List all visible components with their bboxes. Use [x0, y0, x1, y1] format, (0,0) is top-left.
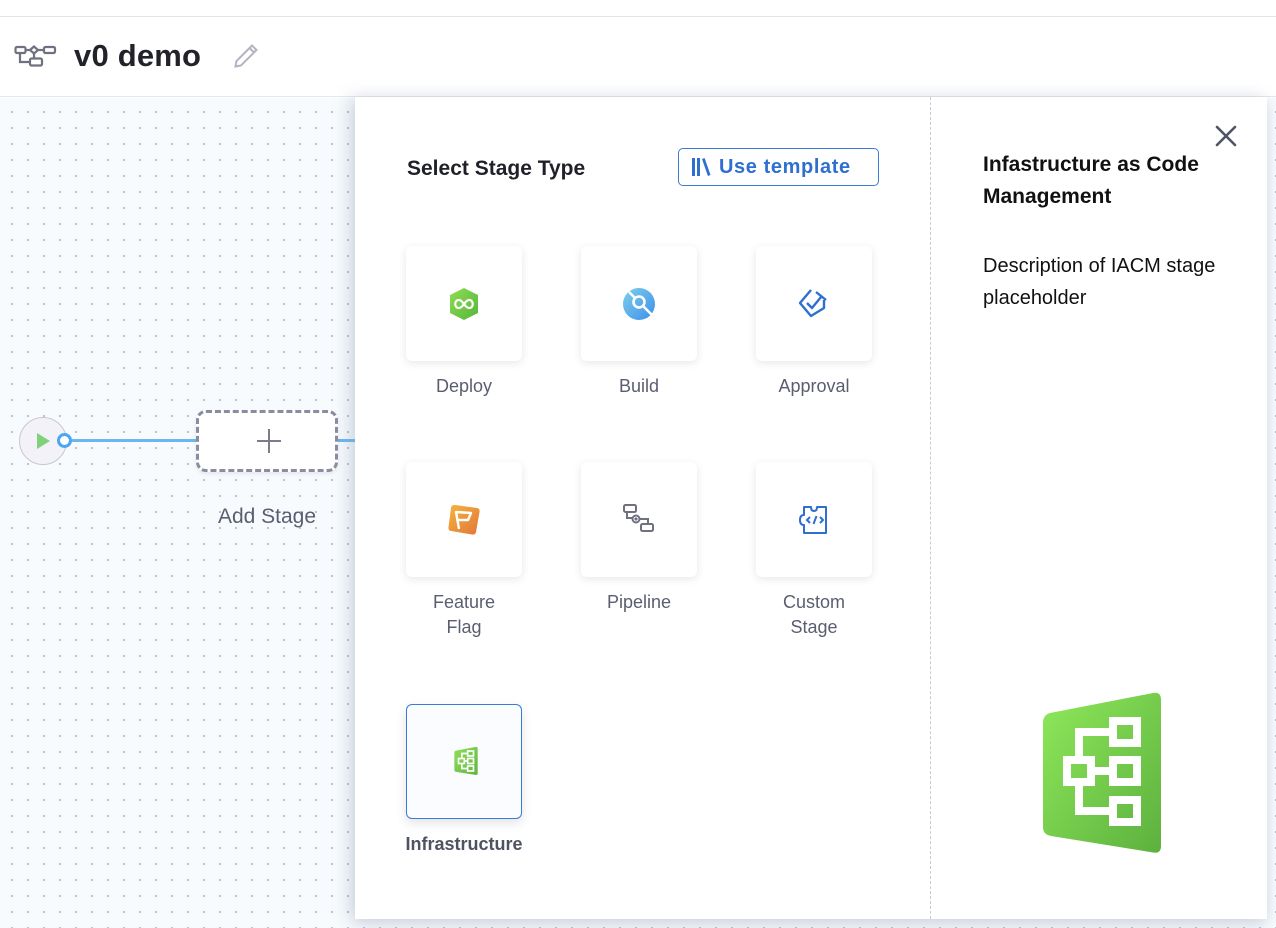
- use-template-label: Use template: [719, 155, 851, 178]
- iacm-icon: [1043, 692, 1161, 853]
- add-stage-button[interactable]: [196, 410, 338, 472]
- stage-type-feature-flag[interactable]: Feature Flag: [406, 462, 522, 640]
- stage-type-pipeline[interactable]: Pipeline: [581, 462, 697, 615]
- stage-type-approval[interactable]: Approval: [756, 246, 872, 399]
- custom-stage-icon: [799, 506, 827, 534]
- pipeline-icon: [623, 504, 654, 532]
- build-icon: [623, 288, 655, 320]
- stage-info-title: Infastructure as Code Management: [983, 153, 1199, 208]
- pipeline-studio-icon: [14, 45, 57, 67]
- stage-label: Infrastructure: [405, 834, 523, 854]
- deploy-icon: [450, 288, 478, 320]
- feature-flag-icon: [448, 504, 480, 535]
- stage-label: Pipeline: [606, 592, 672, 612]
- stage-label: Build: [618, 376, 660, 396]
- pencil-icon[interactable]: [232, 42, 260, 70]
- panel-title: Select Stage Type: [407, 157, 586, 180]
- stage-type-build[interactable]: Build: [581, 246, 697, 399]
- iacm-icon: [454, 746, 478, 776]
- stage-label: Custom Stage: [782, 592, 845, 637]
- stage-link: [72, 439, 196, 442]
- close-icon[interactable]: [1213, 123, 1239, 149]
- stage-type-deploy[interactable]: Deploy: [406, 246, 522, 399]
- template-library-icon: [692, 158, 711, 176]
- panel-divider: [930, 97, 931, 919]
- stage-type-panel: Select Stage Type Use template Deploy Bu…: [355, 97, 1267, 919]
- start-port[interactable]: [57, 433, 72, 448]
- top-bar: [0, 0, 1276, 17]
- stage-label: Deploy: [435, 376, 493, 396]
- use-template-button[interactable]: Use template: [678, 148, 879, 186]
- play-icon: [37, 433, 50, 449]
- stage-label: Feature Flag: [432, 592, 496, 637]
- add-stage-label: Add Stage: [217, 505, 317, 528]
- stage-info-description: Description of IACM stage placeholder: [983, 255, 1216, 309]
- stage-type-custom-stage[interactable]: Custom Stage: [756, 462, 872, 640]
- stage-label: Approval: [778, 376, 850, 396]
- stage-type-infrastructure[interactable]: Infrastructure: [405, 704, 523, 857]
- approval-icon: [798, 289, 827, 318]
- pipeline-title: v0 demo: [74, 38, 202, 73]
- pipeline-header: v0 demo: [0, 18, 1276, 97]
